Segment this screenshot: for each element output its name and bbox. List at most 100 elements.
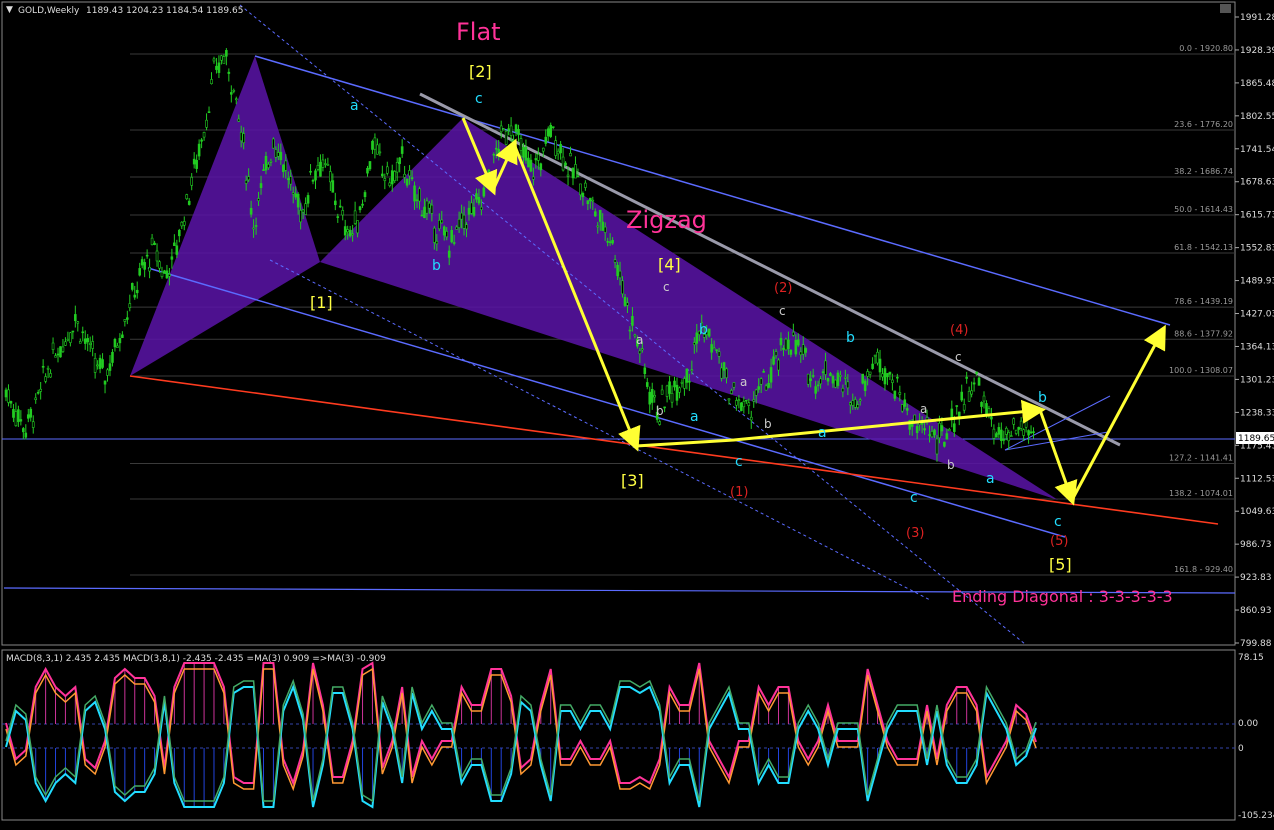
candle-body xyxy=(378,151,382,154)
candle-body xyxy=(145,254,149,257)
candle-body xyxy=(442,226,446,236)
candle-body xyxy=(611,239,614,244)
candle-body xyxy=(1027,430,1030,436)
candle-body xyxy=(316,165,320,170)
candle-body xyxy=(534,158,538,161)
candle-body xyxy=(178,229,181,237)
candle-body xyxy=(688,380,691,383)
candle-body xyxy=(799,351,803,356)
candle-body xyxy=(683,378,686,389)
candle-body xyxy=(571,167,575,179)
candle-body xyxy=(725,368,728,378)
candle-body xyxy=(668,381,671,394)
subwave-3-label: (3) xyxy=(906,526,924,541)
candle-body xyxy=(517,129,520,136)
candle-body xyxy=(980,401,983,407)
flat-a-label: a xyxy=(350,98,359,114)
candle-body xyxy=(418,188,421,202)
candle-body xyxy=(836,372,840,386)
candle-body xyxy=(480,206,483,210)
small-a-label-1: a xyxy=(636,333,643,347)
candle-body xyxy=(170,256,174,260)
wave-1-label: [1] xyxy=(310,293,333,312)
candle-body xyxy=(982,395,986,402)
candle-body xyxy=(284,160,288,171)
candle-body xyxy=(722,362,726,371)
candle-body xyxy=(524,146,528,161)
candle-body xyxy=(153,242,156,245)
window-dropdown-icon[interactable]: ▼ xyxy=(6,5,13,15)
candle-body xyxy=(22,428,25,433)
candle-body xyxy=(249,207,253,215)
candle-body xyxy=(527,157,530,168)
zz-a-label: a xyxy=(690,409,699,425)
candle-body xyxy=(336,216,340,218)
candle-body xyxy=(247,176,250,181)
candle-body xyxy=(314,170,317,181)
small-c-label-3: c xyxy=(955,350,962,364)
fib-label: 50.0 - 1614.43 xyxy=(1174,205,1233,214)
candle-body xyxy=(589,197,592,202)
flat-b-label: b xyxy=(432,258,441,274)
candle-body xyxy=(200,139,203,142)
candle-body xyxy=(782,347,785,350)
candle-body xyxy=(948,429,951,431)
candle-body xyxy=(39,388,42,392)
candle-body xyxy=(1017,427,1020,430)
candle-body xyxy=(59,346,62,358)
candle-body xyxy=(390,170,394,185)
candle-body xyxy=(1000,429,1003,441)
candle-body xyxy=(737,399,741,401)
candle-body xyxy=(754,389,758,396)
candle-body xyxy=(896,376,899,379)
price-tick-label: 1802.55 xyxy=(1240,112,1274,122)
candle-body xyxy=(91,341,94,349)
fib-label: 23.6 - 1776.20 xyxy=(1174,120,1233,129)
candle-body xyxy=(787,339,790,350)
candle-body xyxy=(727,398,731,401)
candle-body xyxy=(957,411,961,417)
macd-panel xyxy=(2,661,1235,809)
candle-body xyxy=(938,422,941,439)
candle-body xyxy=(962,404,966,411)
candle-body xyxy=(970,390,973,395)
candle-body xyxy=(437,220,441,230)
price-tick-label: 799.88 xyxy=(1240,639,1272,649)
candle-body xyxy=(749,416,753,421)
candle-body xyxy=(960,391,964,401)
candle-body xyxy=(868,371,872,375)
price-tick-label: 1238.33 xyxy=(1240,408,1274,418)
small-a-label-3: a xyxy=(920,402,927,416)
candle-body xyxy=(252,227,255,230)
candle-body xyxy=(93,357,97,373)
close-chart-button[interactable] xyxy=(1220,4,1231,13)
candle-body xyxy=(601,221,605,231)
candle-body xyxy=(222,56,226,64)
candle-body xyxy=(717,351,721,357)
candle-body xyxy=(1022,429,1025,436)
candle-body xyxy=(410,177,414,180)
candle-body xyxy=(693,342,696,345)
d5-a-label: a xyxy=(986,471,995,487)
candle-body xyxy=(140,259,144,266)
fib-label: 61.8 - 1542.13 xyxy=(1174,243,1233,252)
fib-label: 78.6 - 1439.19 xyxy=(1174,297,1233,306)
candle-body xyxy=(715,349,718,351)
candle-body xyxy=(19,419,23,422)
candle-body xyxy=(190,177,193,186)
candle-body xyxy=(405,178,409,186)
candle-body xyxy=(628,329,632,332)
candle-body xyxy=(113,339,117,348)
small-b-label-1: b xyxy=(656,404,664,418)
small-b-label-3: b xyxy=(947,458,955,472)
candle-body xyxy=(363,192,367,198)
candle-body xyxy=(616,264,619,277)
candle-body xyxy=(891,379,894,383)
candle-body xyxy=(187,200,191,205)
flat-triangle xyxy=(130,56,320,376)
candle-body xyxy=(1009,435,1013,437)
candle-body xyxy=(888,371,892,375)
candle-body xyxy=(272,138,275,149)
candle-body xyxy=(792,331,795,336)
fib-label: 38.2 - 1686.74 xyxy=(1174,167,1233,176)
